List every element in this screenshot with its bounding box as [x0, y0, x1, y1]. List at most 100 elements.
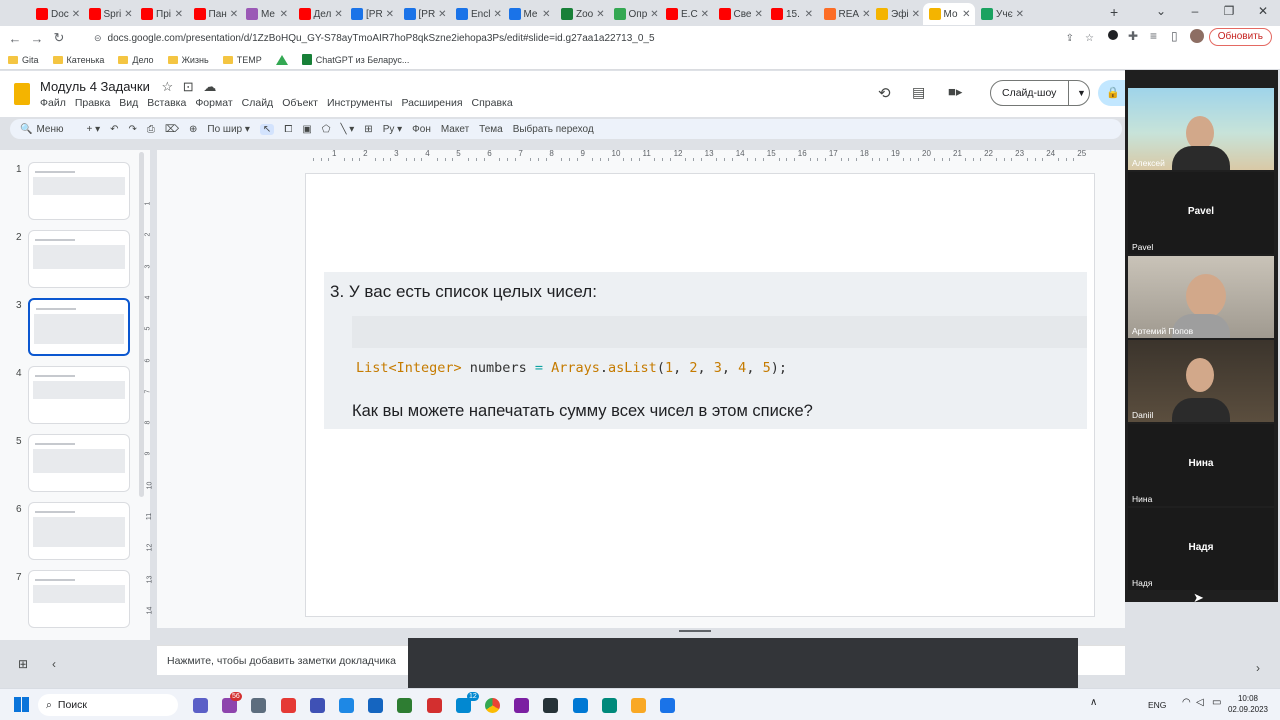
tab-close-icon[interactable]: ✕: [438, 9, 446, 20]
back-icon[interactable]: ←: [4, 31, 26, 46]
notepad-icon[interactable]: [601, 698, 617, 713]
new-tab-icon[interactable]: +: [1110, 4, 1118, 20]
slide-thumbnail-item[interactable]: 2: [10, 230, 140, 290]
slideshow-button[interactable]: Слайд-шоу ▼: [990, 80, 1090, 106]
zoom-icon[interactable]: ⊕: [189, 124, 197, 135]
participant-tile[interactable]: Daniil: [1128, 340, 1274, 422]
taskbar-search[interactable]: ⌕ Поиск: [38, 694, 178, 716]
explorer-icon[interactable]: [631, 698, 646, 713]
browser-tab[interactable]: Me ✕: [240, 3, 292, 25]
slide-canvas[interactable]: 3. У вас есть список целых чисел: List<I…: [305, 173, 1095, 617]
browser-tab[interactable]: Spri ✕: [83, 3, 135, 25]
browser-tab[interactable]: Пан ✕: [188, 3, 240, 25]
puzzle-icon[interactable]: ✚: [1128, 29, 1138, 43]
slide-thumbnail[interactable]: [28, 298, 130, 356]
tab-close-icon[interactable]: ✕: [912, 9, 920, 20]
browser-tab[interactable]: Мо ✕: [922, 3, 975, 25]
background-button[interactable]: Фон: [412, 124, 431, 135]
slide-thumbnail-item[interactable]: 6: [10, 502, 140, 562]
star-icon[interactable]: ☆: [162, 79, 174, 94]
comments-icon[interactable]: ▤: [912, 84, 925, 101]
extension-icon[interactable]: [1108, 30, 1118, 40]
menu-item[interactable]: Расширения: [401, 97, 462, 109]
bookmark-item[interactable]: [275, 54, 288, 65]
select-tool-icon[interactable]: ↖: [259, 123, 275, 135]
browser-tab[interactable]: Дел ✕: [293, 3, 345, 25]
browser-tab[interactable]: Учє ✕: [975, 3, 1027, 25]
clock[interactable]: 10:08 02.09.2023: [1226, 693, 1270, 715]
tab-close-icon[interactable]: ✕: [596, 9, 604, 20]
share-lock-icon[interactable]: 🔒: [1098, 80, 1128, 106]
bookmark-item[interactable]: Дело: [118, 55, 154, 65]
frame-tool-icon[interactable]: ⧠: [284, 124, 292, 135]
participant-tile[interactable]: Pavel Pavel: [1128, 172, 1274, 254]
text-format-icon[interactable]: Ру ▾: [383, 124, 402, 135]
tab-close-icon[interactable]: ✕: [493, 9, 501, 20]
new-slide-icon[interactable]: + ▾: [86, 124, 100, 135]
slide-thumbnail[interactable]: [28, 366, 130, 424]
meet-icon[interactable]: ■▸: [948, 84, 962, 100]
undo-icon[interactable]: ↶: [110, 124, 118, 135]
layout-button[interactable]: Макет: [441, 124, 469, 135]
expand-panel-icon[interactable]: ›: [1256, 661, 1260, 675]
tab-close-icon[interactable]: ✕: [805, 9, 813, 20]
version-history-icon[interactable]: ⟲: [878, 84, 891, 102]
video-icon[interactable]: [426, 698, 442, 713]
comment-icon[interactable]: ⊞: [364, 124, 372, 135]
slide-thumbnail-item[interactable]: 1: [10, 162, 140, 222]
volume-icon[interactable]: ◁: [1196, 697, 1204, 708]
bookmark-item[interactable]: TEMP: [222, 55, 262, 65]
browser-tab[interactable]: Эфі ✕: [870, 3, 922, 25]
opera-icon[interactable]: [280, 698, 296, 713]
tab-close-icon[interactable]: ✕: [124, 9, 132, 20]
browser-tab[interactable]: Doc ✕: [30, 3, 82, 25]
shape-icon[interactable]: ⬠: [322, 124, 331, 135]
slide-thumbnail-item[interactable]: 5: [10, 434, 140, 494]
paint-format-icon[interactable]: ⌦: [165, 124, 179, 135]
tab-close-icon[interactable]: ✕: [72, 9, 80, 20]
search-icon[interactable]: 🔍: [20, 124, 32, 135]
slide-thumbnail[interactable]: [28, 570, 130, 628]
bookmark-item[interactable]: ChatGPT из Беларус...: [301, 54, 409, 65]
browser-tab[interactable]: Прі ✕: [135, 3, 187, 25]
bookmark-item[interactable]: Жизнь: [167, 55, 209, 65]
line-icon[interactable]: ╲ ▾: [340, 124, 354, 135]
bookmark-item[interactable]: Катенька: [52, 55, 104, 65]
theme-button[interactable]: Тема: [479, 124, 503, 135]
tab-close-icon[interactable]: ✕: [542, 9, 550, 20]
slides-logo-icon[interactable]: [14, 83, 30, 105]
sheets-icon[interactable]: [397, 698, 413, 713]
tab-close-icon[interactable]: ✕: [230, 9, 238, 20]
save-icon[interactable]: [309, 698, 325, 713]
menu-search-label[interactable]: Меню: [36, 124, 76, 135]
menu-item[interactable]: Файл: [40, 97, 66, 109]
content-box[interactable]: 3. У вас есть список целых чисел: List<I…: [324, 272, 1087, 429]
zoom-select[interactable]: По шир ▾: [207, 124, 250, 135]
move-folder-icon[interactable]: ⊡: [183, 79, 194, 94]
tab-search-icon[interactable]: ⌄: [1144, 0, 1178, 24]
edge-icon[interactable]: [572, 698, 588, 713]
browser-tab[interactable]: [PR ✕: [398, 3, 450, 25]
browser-tab[interactable]: Zoo ✕: [555, 3, 607, 25]
slide-thumbnail[interactable]: [28, 502, 130, 560]
share-icon[interactable]: ⇪: [1066, 33, 1074, 44]
teams-icon[interactable]: [193, 698, 208, 713]
menu-item[interactable]: Объект: [282, 97, 318, 109]
chevron-down-icon[interactable]: ▼: [1068, 81, 1086, 105]
language-indicator[interactable]: ENG: [1148, 700, 1166, 710]
slide-thumbnail-item[interactable]: 3: [10, 298, 140, 358]
close-window-icon[interactable]: ✕: [1246, 0, 1280, 24]
slide-thumbnail[interactable]: [28, 434, 130, 492]
menu-item[interactable]: Вид: [119, 97, 138, 109]
menu-item[interactable]: Справка: [472, 97, 513, 109]
document-title[interactable]: Модуль 4 Задачки ☆ ⊡ ☁: [40, 79, 216, 95]
browser-tab[interactable]: Све ✕: [713, 3, 765, 25]
update-button[interactable]: Обновить: [1208, 28, 1272, 46]
menu-item[interactable]: Правка: [75, 97, 110, 109]
menu-item[interactable]: Слайд: [242, 97, 274, 109]
terminal-icon[interactable]: [543, 698, 559, 713]
browser-tab[interactable]: [PR ✕: [345, 3, 397, 25]
grid-view-icon[interactable]: ⊞: [18, 657, 28, 671]
tab-close-icon[interactable]: ✕: [754, 9, 762, 20]
participant-tile[interactable]: Артемий Попов: [1128, 256, 1274, 338]
